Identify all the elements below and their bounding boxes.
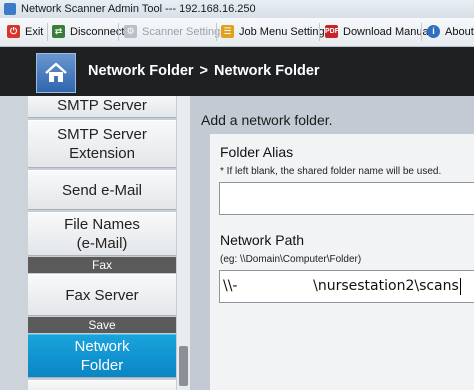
scanner-settings-icon: ⚙ xyxy=(124,25,137,38)
sidebar-item-fax-server[interactable]: Fax Server xyxy=(28,274,176,316)
breadcrumb-separator: > xyxy=(199,63,209,79)
info-icon: i xyxy=(427,25,440,38)
page-instruction: Add a network folder. xyxy=(201,112,333,128)
breadcrumb-item-current: Network Folder xyxy=(214,63,320,79)
breadcrumb-item: Network Folder xyxy=(88,63,194,79)
toolbar-separator xyxy=(216,23,217,41)
toolbar-separator xyxy=(118,23,119,41)
exit-icon: ⏻ xyxy=(7,25,20,38)
app-icon xyxy=(4,3,16,15)
window-title: Network Scanner Admin Tool --- 192.168.1… xyxy=(21,3,256,15)
main-panel: Add a network folder. Folder Alias * If … xyxy=(190,96,474,390)
sidebar-section-fax: Fax xyxy=(28,257,176,273)
page-header: Network Folder > Network Folder xyxy=(0,47,474,96)
toolbar-separator xyxy=(421,23,422,41)
sidebar: SMTP Server SMTP Server Extension Send e… xyxy=(0,96,190,390)
toolbar-separator xyxy=(47,23,48,41)
sidebar-item-smtp-server[interactable]: SMTP Server xyxy=(28,96,176,118)
network-path-input[interactable]: \\- \nursestation2\scans xyxy=(219,270,474,303)
sidebar-scrollbar[interactable] xyxy=(177,96,190,390)
scrollbar-thumb[interactable] xyxy=(179,346,188,386)
toolbar-separator xyxy=(319,23,320,41)
toolbar: ⏻ Exit ⇄ Disconnect ⚙ Scanner Settings ☰… xyxy=(0,18,474,47)
home-icon xyxy=(45,62,67,82)
folder-alias-input[interactable] xyxy=(219,182,474,215)
sidebar-item-file-names-email[interactable]: File Names (e-Mail) xyxy=(28,212,176,256)
folder-alias-label: Folder Alias xyxy=(220,144,294,160)
title-bar: Network Scanner Admin Tool --- 192.168.1… xyxy=(0,0,474,18)
pdf-icon: PDF xyxy=(325,25,339,38)
sidebar-left-strip xyxy=(0,96,28,390)
sidebar-item-smtp-server-extension[interactable]: SMTP Server Extension xyxy=(28,120,176,168)
network-path-value: \\- \nursestation2\scans xyxy=(223,278,459,294)
network-folder-form: Folder Alias * If left blank, the shared… xyxy=(210,134,474,390)
network-path-label: Network Path xyxy=(220,232,305,248)
disconnect-icon: ⇄ xyxy=(52,25,65,38)
sidebar-item-network-folder[interactable]: Network Folder xyxy=(28,334,176,378)
sidebar-item-send-email[interactable]: Send e-Mail xyxy=(28,170,176,210)
breadcrumb: Network Folder > Network Folder xyxy=(88,47,320,96)
sidebar-section-save: Save xyxy=(28,317,176,333)
folder-alias-hint: * If left blank, the shared folder name … xyxy=(220,166,442,177)
sidebar-item-next[interactable] xyxy=(28,380,176,390)
network-path-hint: (eg: \\Domain\Computer\Folder) xyxy=(220,254,362,265)
job-menu-icon: ☰ xyxy=(221,25,234,38)
home-button[interactable] xyxy=(36,53,76,93)
text-caret xyxy=(459,277,461,295)
